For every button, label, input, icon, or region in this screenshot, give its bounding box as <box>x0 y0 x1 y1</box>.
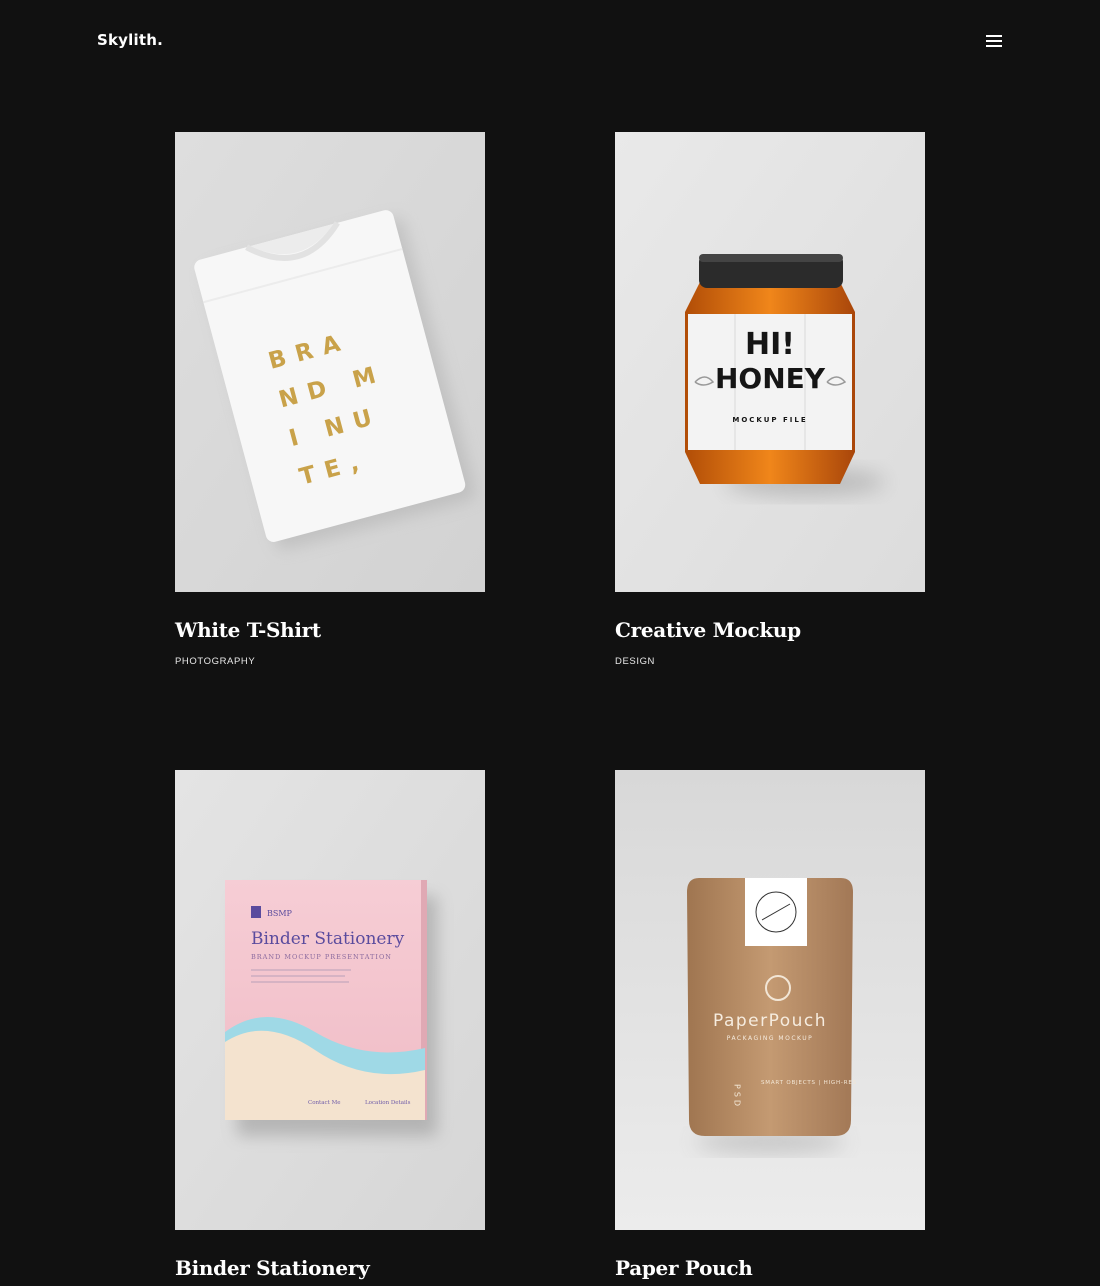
portfolio-item-white-tshirt[interactable]: BRA ND M I NU TE, White T-Shirt PHOTOGRA… <box>175 132 485 667</box>
project-title[interactable]: Binder Stationery <box>175 1256 370 1280</box>
jar-text-line: HI! <box>745 327 795 362</box>
pouch-detail: SMART OBJECTS | HIGH-RES <box>761 1080 857 1086</box>
project-title[interactable]: Creative Mockup <box>615 618 801 642</box>
project-category[interactable]: PHOTOGRAPHY <box>175 656 255 667</box>
portfolio-item-creative-mockup[interactable]: HI! HONEY MOCKUP FILE Creative Mockup DE… <box>615 132 925 667</box>
binder-brand-mark: BSMP <box>267 909 293 918</box>
binder-image: BSMP Binder Stationery BRAND MOCKUP PRES… <box>175 770 485 1230</box>
menu-line <box>986 35 1002 37</box>
pouch-subtitle: PACKAGING MOCKUP <box>727 1035 814 1042</box>
project-thumbnail[interactable]: BSMP Binder Stationery BRAND MOCKUP PRES… <box>175 770 485 1230</box>
hamburger-menu-icon[interactable] <box>984 32 1004 50</box>
honey-jar-image: HI! HONEY MOCKUP FILE <box>615 132 925 592</box>
project-title[interactable]: White T-Shirt <box>175 618 321 642</box>
binder-contact: Contact Me <box>308 1100 340 1106</box>
tshirt-image: BRA ND M I NU TE, <box>175 132 485 592</box>
site-logo[interactable]: Skylith. <box>97 31 163 49</box>
pouch-title: PaperPouch <box>713 1011 827 1031</box>
binder-subheading: BRAND MOCKUP PRESENTATION <box>251 953 392 961</box>
project-thumbnail[interactable]: PaperPouch PACKAGING MOCKUP PSD SMART OB… <box>615 770 925 1230</box>
project-category[interactable]: DESIGN <box>615 656 655 667</box>
portfolio-item-paper-pouch[interactable]: PaperPouch PACKAGING MOCKUP PSD SMART OB… <box>615 770 925 1280</box>
binder-location: Location Details <box>365 1100 411 1106</box>
menu-line <box>986 40 1002 42</box>
paper-pouch-image: PaperPouch PACKAGING MOCKUP PSD SMART OB… <box>615 770 925 1230</box>
jar-text-line: MOCKUP FILE <box>732 416 807 424</box>
jar-text-line: HONEY <box>715 362 826 395</box>
menu-line <box>986 45 1002 47</box>
pouch-psd: PSD <box>733 1084 742 1109</box>
project-thumbnail[interactable]: BRA ND M I NU TE, <box>175 132 485 592</box>
binder-heading: Binder Stationery <box>251 929 405 949</box>
project-title[interactable]: Paper Pouch <box>615 1256 753 1280</box>
portfolio-item-binder-stationery[interactable]: BSMP Binder Stationery BRAND MOCKUP PRES… <box>175 770 485 1280</box>
project-thumbnail[interactable]: HI! HONEY MOCKUP FILE <box>615 132 925 592</box>
